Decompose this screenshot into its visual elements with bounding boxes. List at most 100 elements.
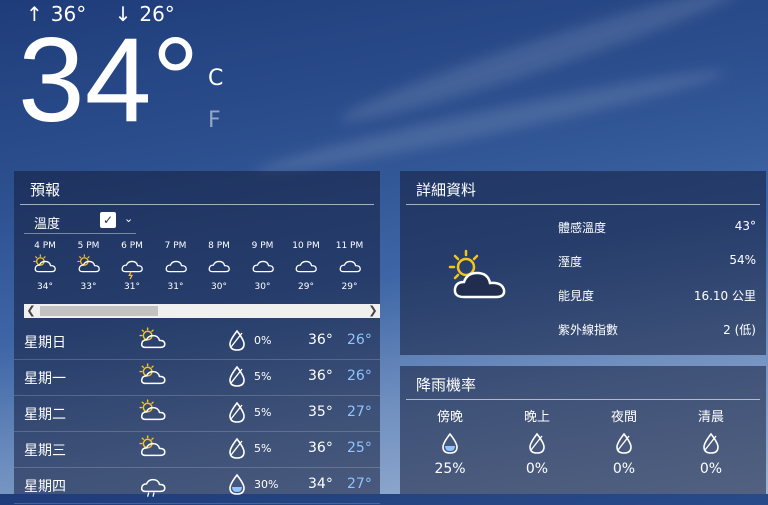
- drop-empty-icon: [229, 401, 245, 423]
- drop-empty-icon: [529, 432, 545, 454]
- hourly-item: 11 PM 29°: [329, 241, 371, 292]
- drop-filled-icon: [442, 432, 458, 454]
- rain-period: 傍晚 25%: [420, 406, 480, 477]
- cloud-icon: [252, 260, 274, 273]
- hour-time: 6 PM: [121, 241, 143, 251]
- unit-fahrenheit-button[interactable]: F: [208, 108, 221, 133]
- hour-temp: 30°: [254, 282, 271, 292]
- feels-like-label: 體感溫度: [558, 221, 607, 235]
- daily-forecast: 星期日 0% 36° 26° 星期一 5% 36° 26° 星期二 5% 35° 27° 星期三 5% 36…: [14, 324, 380, 504]
- hour-temp: 30°: [211, 282, 227, 292]
- hourly-item: 7 PM 31°: [155, 241, 197, 292]
- hour-time: 11 PM: [335, 241, 364, 251]
- forecast-title: 預報: [20, 171, 374, 205]
- day-name: 星期一: [24, 371, 66, 387]
- hour-time: 5 PM: [77, 241, 100, 251]
- drop-empty-icon: [229, 329, 245, 351]
- checkbox[interactable]: ✓: [100, 212, 116, 228]
- thunder-cloud-icon: [121, 260, 143, 280]
- day-low: 27°: [347, 404, 372, 420]
- rain-period-label: 夜間: [610, 410, 637, 425]
- drop-empty-icon: [616, 432, 632, 454]
- hour-temp: 29°: [298, 282, 314, 292]
- humidity-value: 54%: [729, 253, 756, 267]
- rain-period-label: 清晨: [697, 410, 724, 425]
- visibility-label: 能見度: [558, 289, 595, 303]
- partly-sunny-icon: [139, 363, 166, 385]
- scroll-left-icon[interactable]: ❮: [24, 304, 38, 318]
- day-high: 36°: [308, 332, 333, 348]
- current-temp: 34°: [18, 13, 200, 147]
- cloud-icon: [208, 260, 230, 273]
- chevron-down-icon[interactable]: ⌄: [124, 212, 133, 225]
- rain-period-value: 25%: [434, 461, 466, 477]
- partly-sunny-icon: [139, 435, 166, 457]
- scroll-right-icon[interactable]: ❯: [366, 304, 380, 318]
- hourly-item: 10 PM 29°: [285, 241, 327, 292]
- partly-sunny-icon: [139, 327, 166, 349]
- hour-time: 10 PM: [292, 241, 320, 251]
- day-high: 34°: [308, 476, 333, 492]
- rain-period: 夜間 0%: [594, 406, 654, 477]
- cloud-icon: [295, 260, 317, 273]
- day-low: 25°: [347, 440, 372, 456]
- hourly-item: 4 PM 34°: [24, 241, 66, 292]
- drop-empty-icon: [229, 365, 245, 387]
- rain-title: 降雨機率: [406, 366, 760, 400]
- hour-time: 8 PM: [208, 241, 230, 251]
- precip-chance: 5%: [254, 370, 272, 383]
- select-label: 溫度: [34, 217, 61, 232]
- uv-value: 2 (低): [723, 323, 756, 337]
- hourly-item: 5 PM 33°: [68, 241, 110, 292]
- hour-temp: 31°: [167, 282, 184, 292]
- rain-period-value: 0%: [699, 461, 723, 477]
- daily-row[interactable]: 星期一 5% 36° 26°: [14, 360, 380, 396]
- cloud-icon: [339, 260, 361, 273]
- precip-chance: 30%: [254, 478, 279, 491]
- hourly-item: 8 PM 30°: [198, 241, 240, 292]
- daily-row[interactable]: 星期二 5% 35° 27°: [14, 396, 380, 432]
- rain-period: 晚上 0%: [507, 406, 567, 477]
- precip-chance: 5%: [254, 442, 272, 455]
- rain-cloud-icon: [140, 478, 166, 497]
- details-title: 詳細資料: [406, 171, 760, 205]
- rain-chance-panel: 降雨機率 傍晚 25% 晚上 0% 夜間 0% 清晨 0%: [400, 366, 766, 494]
- cloud-icon: [165, 260, 187, 273]
- hour-temp: 29°: [341, 282, 358, 292]
- day-high: 36°: [308, 440, 333, 456]
- hour-time: 4 PM: [34, 241, 56, 251]
- day-high: 35°: [308, 404, 333, 420]
- hour-temp: 33°: [80, 282, 97, 292]
- rain-period-value: 0%: [525, 461, 549, 477]
- hour-time: 9 PM: [251, 241, 274, 251]
- rain-period-value: 0%: [612, 461, 636, 477]
- partly-sunny-icon: [446, 249, 512, 305]
- hour-temp: 34°: [37, 282, 53, 292]
- forecast-panel: 預報 溫度 ✓ ⌄ 4 PM 34° 5 PM 33° 6 PM 31° 7 PM 31° 8 …: [14, 171, 380, 504]
- horizontal-scrollbar[interactable]: ❮ ❯: [24, 304, 380, 318]
- day-low: 27°: [347, 476, 372, 492]
- scroll-thumb[interactable]: [40, 306, 158, 316]
- precip-chance: 0%: [254, 334, 272, 347]
- day-name: 星期三: [24, 443, 66, 459]
- forecast-metric-select[interactable]: 溫度 ✓ ⌄: [24, 209, 136, 234]
- visibility-value: 16.10 公里: [693, 289, 756, 303]
- hour-time: 7 PM: [164, 241, 187, 251]
- rain-period-label: 傍晚: [436, 410, 463, 425]
- day-low: 26°: [347, 368, 372, 384]
- hourly-forecast: 4 PM 34° 5 PM 33° 6 PM 31° 7 PM 31° 8 PM 30° 9 PM 3…: [24, 241, 380, 301]
- daily-row[interactable]: 星期三 5% 36° 25°: [14, 432, 380, 468]
- uv-label: 紫外線指數: [558, 323, 619, 337]
- sun-cloud-icon: [139, 399, 166, 421]
- day-low: 26°: [347, 332, 372, 348]
- daily-row[interactable]: 星期日 0% 36° 26°: [14, 324, 380, 360]
- hourly-item: 6 PM 31°: [111, 241, 153, 292]
- precip-chance: 5%: [254, 406, 272, 419]
- day-name: 星期四: [24, 479, 66, 495]
- day-name: 星期日: [24, 335, 66, 351]
- day-high: 36°: [308, 368, 333, 384]
- daily-row[interactable]: 星期四 30% 34° 27°: [14, 468, 380, 504]
- drop-filled-icon: [229, 473, 245, 495]
- rain-period: 清晨 0%: [681, 406, 741, 477]
- unit-celsius-button[interactable]: C: [208, 66, 223, 91]
